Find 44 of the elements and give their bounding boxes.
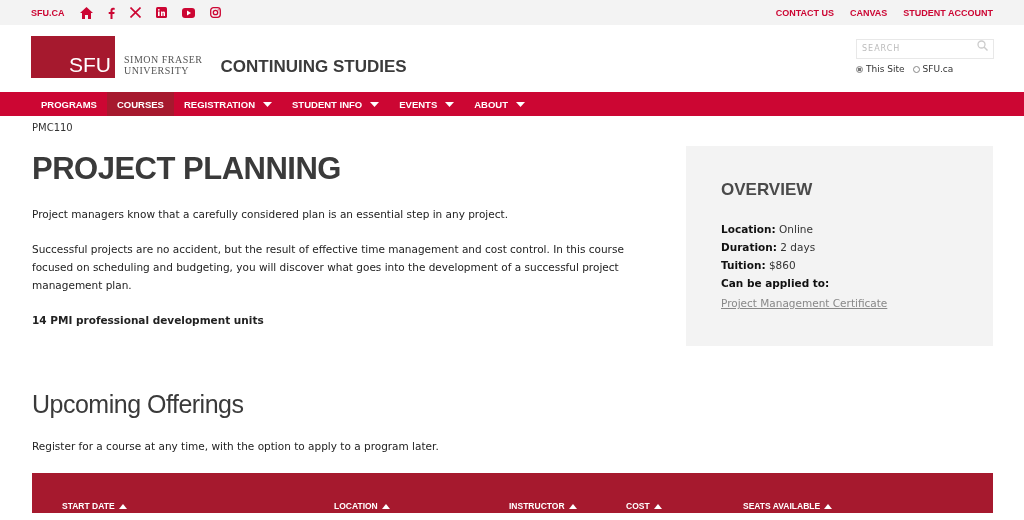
home-icon[interactable] — [79, 6, 93, 19]
course-description: Successful projects are no accident, but the result of effective time management and cost control. In this course focused on scheduling and budgeting, you will discover what goes into the development of a successful project management plan. — [32, 242, 625, 293]
pd-units: 14 PMI professional development units — [32, 313, 265, 328]
column-header[interactable]: INSTRUCTOR — [509, 501, 626, 511]
column-header[interactable]: LOCATION — [334, 501, 509, 511]
course-title: PROJECT PLANNING — [32, 151, 342, 187]
camera-icon[interactable] — [209, 7, 221, 18]
nav-item[interactable]: COURSES — [106, 92, 174, 116]
top-link[interactable]: CONTACT US — [775, 7, 834, 18]
scope-radio[interactable]: This Site — [856, 64, 905, 74]
applied-label: Can be applied to: — [721, 276, 831, 291]
overview-fact: Tuition: $860 — [721, 258, 797, 273]
overview-fact: Location: Online — [721, 222, 814, 237]
nav-item[interactable]: STUDENT INFO — [282, 92, 390, 116]
sort-icon — [381, 503, 390, 509]
offerings-title: Upcoming Offerings — [32, 390, 245, 419]
sort-icon — [653, 503, 662, 509]
nav-item[interactable]: PROGRAMS — [31, 92, 107, 116]
column-header[interactable]: START DATE — [62, 501, 334, 511]
nav-item[interactable]: REGISTRATION — [173, 92, 282, 116]
top-link[interactable]: STUDENT ACCOUNT — [903, 7, 993, 18]
overview-fact: Duration: 2 days — [721, 240, 817, 255]
university-name: SIMON FRASER UNIVERSITY — [124, 54, 203, 76]
column-header[interactable]: SEATS AVAILABLE — [743, 501, 833, 511]
x-icon[interactable] — [129, 7, 141, 18]
sort-icon — [568, 503, 577, 509]
linkedin-icon[interactable] — [155, 7, 167, 18]
video-play-icon[interactable] — [181, 7, 195, 18]
overview-title: OVERVIEW — [721, 180, 814, 200]
nav-item[interactable]: ABOUT — [464, 92, 535, 116]
top-link[interactable]: CANVAS — [850, 7, 888, 18]
sort-icon — [118, 503, 127, 509]
offerings-intro: Register for a course at any time, with the option to apply to a program later. — [32, 439, 440, 454]
site-title[interactable]: CONTINUING STUDIES — [220, 57, 407, 77]
logo-block[interactable]: SFU — [31, 36, 115, 78]
sort-icon — [824, 503, 833, 509]
scope-radio[interactable]: SFU.ca — [912, 64, 954, 74]
facebook-icon[interactable] — [107, 6, 115, 19]
course-description: Project managers know that a carefully considered plan is an essential step in any project. — [32, 207, 509, 222]
course-code: PMC110 — [32, 122, 74, 133]
site-link[interactable]: SFU.CA — [31, 7, 65, 18]
search-field[interactable]: SEARCH — [856, 38, 994, 59]
column-header[interactable]: COST — [626, 501, 743, 511]
nav-item[interactable]: EVENTS — [389, 92, 465, 116]
